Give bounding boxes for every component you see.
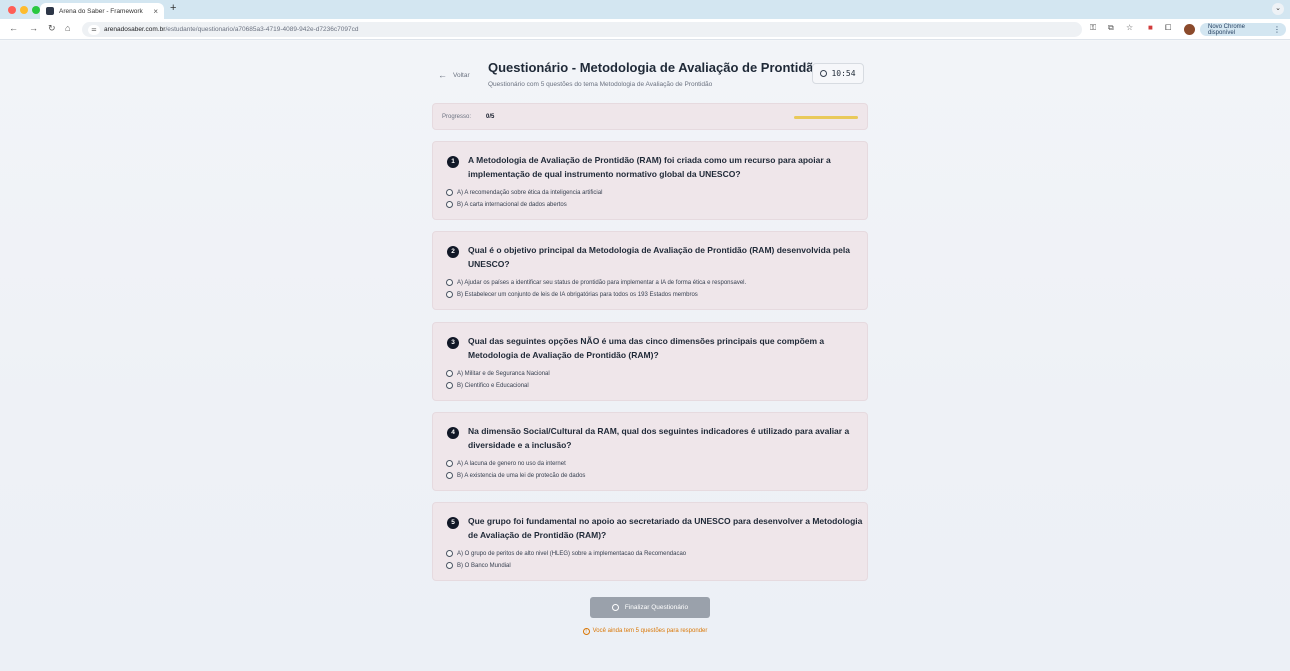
url-path: /estudante/questionario/a70685a3-4719-40…	[165, 26, 359, 33]
option-label: A) A lacuna de genero no uso da internet	[457, 460, 566, 467]
clock-icon	[820, 70, 828, 77]
menu-icon[interactable]: ⋮	[1273, 25, 1281, 34]
maximize-window-icon[interactable]	[32, 6, 40, 14]
question-number: 2	[447, 246, 459, 258]
radio-button[interactable]	[446, 370, 453, 377]
address-bar[interactable]: ⚌ arenadosaber.com.br/estudante/question…	[82, 22, 1082, 37]
option-label: B) A existencia de uma lei de protecão d…	[457, 472, 586, 479]
page-title: Questionário - Metodologia de Avaliação …	[488, 60, 822, 75]
extension-icon[interactable]: ■	[1148, 23, 1153, 32]
option-a[interactable]: A) Ajudar os países a identificar seu st…	[446, 279, 746, 286]
site-info-icon[interactable]: ⚌	[88, 24, 100, 35]
question-text: Qual é o objetivo principal da Metodolog…	[468, 245, 850, 269]
finish-quiz-button[interactable]: Finalizar Questionário	[590, 597, 710, 618]
question-number: 4	[447, 427, 459, 439]
question-card-5: 5 Que grupo foi fundamental no apoio ao …	[432, 502, 868, 581]
warning-text: Você ainda tem 5 questões para responder	[592, 628, 708, 634]
option-label: B) O Banco Mundial	[457, 562, 511, 569]
option-label: B) Cientifico e Educacional	[457, 382, 529, 389]
option-label: A) Ajudar os países a identificar seu st…	[457, 279, 747, 286]
radio-button[interactable]	[446, 189, 453, 196]
remaining-questions-warning: ! Você ainda tem 5 questões para responde…	[0, 628, 1290, 635]
radio-button[interactable]	[446, 550, 453, 557]
radio-button[interactable]	[446, 201, 453, 208]
finish-label: Finalizar Questionário	[624, 604, 689, 611]
browser-tab-strip: Arena do Saber - Framework × + ⌄	[0, 0, 1290, 19]
alert-circle-icon: !	[582, 628, 590, 635]
option-label: B) Estabelecer um conjunto de leis de IA…	[457, 291, 698, 298]
tab-search-icon[interactable]: ⌄	[1272, 3, 1284, 15]
question-card-1: 1 A Metodologia de Avaliação de Prontidã…	[432, 141, 868, 220]
question-number: 5	[447, 517, 459, 529]
progress-value: 0/5	[486, 114, 495, 120]
profile-avatar[interactable]	[1184, 24, 1195, 35]
new-tab-button[interactable]: +	[170, 2, 176, 14]
back-icon[interactable]: ←	[9, 23, 18, 33]
question-number: 3	[447, 337, 459, 349]
option-label: A) O grupo de peritos de alto nivel (HLE…	[457, 550, 687, 557]
chrome-update-button[interactable]: Novo Chrome disponível ⋮	[1200, 23, 1286, 36]
forward-icon[interactable]: →	[29, 23, 38, 33]
question-number: 1	[447, 156, 459, 168]
bookmark-star-icon[interactable]: ☆	[1126, 23, 1133, 32]
chrome-update-label: Novo Chrome disponível	[1208, 23, 1246, 36]
back-button[interactable]: ← Voltar	[438, 70, 470, 80]
radio-button[interactable]	[446, 382, 453, 389]
tab-title: Arena do Saber - Framework	[59, 7, 143, 15]
site-favicon-icon	[46, 7, 54, 15]
question-card-3: 3 Qual das seguintes opções NÃO é uma da…	[432, 322, 868, 401]
option-label: B) A carta internacional de dados aberto…	[457, 201, 567, 208]
option-a[interactable]: A) O grupo de peritos de alto nivel (HLE…	[446, 550, 686, 557]
tab-close-icon[interactable]: ×	[153, 7, 158, 16]
question-text: Que grupo foi fundamental no apoio ao se…	[468, 516, 863, 540]
home-icon[interactable]: ⌂	[65, 23, 70, 33]
url-host: arenadosaber.com.br	[104, 26, 166, 33]
question-text: A Metodologia de Avaliação de Prontidão …	[468, 155, 831, 179]
radio-button[interactable]	[446, 562, 453, 569]
check-circle-icon	[611, 604, 619, 611]
password-key-icon[interactable]: ⚿	[1090, 23, 1096, 33]
option-b[interactable]: B) Estabelecer um conjunto de leis de IA…	[446, 291, 698, 298]
progress-label: Progresso:	[442, 114, 472, 120]
question-card-4: 4 Na dimensão Social/Cultural da RAM, qu…	[432, 412, 868, 491]
quiz-header: ← Voltar Questionário - Metodologia de A…	[432, 57, 868, 97]
page: ← Voltar Questionário - Metodologia de A…	[0, 41, 1290, 671]
minimize-window-icon[interactable]	[20, 6, 28, 14]
option-label: A) A recomendação sobre ética da intelig…	[457, 189, 603, 196]
browser-toolbar: ← → ↻ ⌂ ⚌ arenadosaber.com.br/estudante/…	[0, 19, 1290, 40]
radio-button[interactable]	[446, 460, 453, 467]
arrow-left-icon: ←	[438, 70, 447, 80]
radio-button[interactable]	[446, 279, 453, 286]
option-b[interactable]: B) A existencia de uma lei de protecão d…	[446, 472, 585, 479]
option-b[interactable]: B) O Banco Mundial	[446, 562, 511, 569]
close-window-icon[interactable]	[8, 6, 16, 14]
reload-icon[interactable]: ↻	[48, 23, 56, 34]
option-label: A) Militar e de Seguranca Nacional	[457, 370, 550, 377]
radio-button[interactable]	[446, 472, 453, 479]
back-label: Voltar	[453, 71, 470, 79]
timer-value: 10:54	[831, 69, 856, 78]
translate-icon[interactable]: ⧉	[1108, 23, 1114, 33]
puzzle-icon[interactable]: ⧠	[1165, 23, 1171, 33]
browser-tab[interactable]: Arena do Saber - Framework ×	[40, 3, 164, 19]
option-a[interactable]: A) Militar e de Seguranca Nacional	[446, 370, 550, 377]
radio-button[interactable]	[446, 291, 453, 298]
question-card-2: 2 Qual é o objetivo principal da Metodol…	[432, 231, 868, 310]
option-a[interactable]: A) A recomendação sobre ética da intelig…	[446, 189, 602, 196]
timer: 10:54	[812, 63, 864, 84]
page-subtitle: Questionário com 5 questões do tema Meto…	[488, 81, 713, 88]
question-text: Na dimensão Social/Cultural da RAM, qual…	[468, 426, 850, 450]
progress-card: Progresso: 0/5	[432, 103, 868, 130]
progress-bar	[794, 116, 858, 119]
question-text: Qual das seguintes opções NÃO é uma das …	[468, 336, 825, 360]
option-b[interactable]: B) Cientifico e Educacional	[446, 382, 529, 389]
option-a[interactable]: A) A lacuna de genero no uso da internet	[446, 460, 566, 467]
option-b[interactable]: B) A carta internacional de dados aberto…	[446, 201, 567, 208]
